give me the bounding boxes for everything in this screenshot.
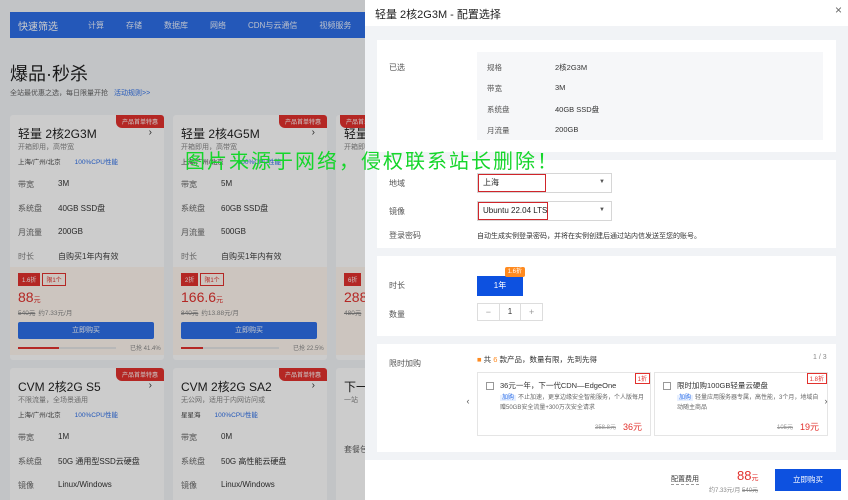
info-key: 月流量 — [487, 126, 510, 135]
info-key: 规格 — [487, 63, 502, 72]
image-select[interactable]: Ubuntu 22.04 LTS ▼ — [477, 201, 612, 221]
password-label: 登录密码 — [389, 231, 421, 240]
info-value: 2核2G3M — [555, 63, 588, 72]
selected-info: 规格 2核2G3M 带宽 3M 系统盘 40GB SSD盘 月流量 200GB — [477, 52, 823, 140]
addon-desc-text: 轻量应用服务器专属，高性能，3个月，地域自动随主商品 — [677, 395, 819, 411]
total-price-value: 88 — [737, 468, 752, 483]
modal-overlay[interactable] — [0, 0, 365, 500]
total-price: 88元 — [737, 468, 758, 483]
watermark-text: 图片来源于网络，侵权联系站长删除！ — [185, 151, 559, 173]
addon-tag: 加购 — [677, 395, 694, 401]
duration-option-1y[interactable]: 1年 1.6折 — [477, 267, 525, 296]
region-label: 地域 — [389, 179, 405, 188]
addon-card[interactable]: 1折 36元一年，下一代CDN—EdgeOne 加购 不止加速，更享边缘安全智能服… — [477, 372, 651, 436]
panel-footer: 配置费用 88元 约7.33元/月 540元 立即购买 — [365, 460, 848, 500]
addon-title: 36元一年，下一代CDN—EdgeOne — [500, 381, 617, 390]
pager-current: 1 — [813, 354, 817, 361]
info-key: 带宽 — [487, 84, 502, 93]
caret-down-icon: ▼ — [599, 207, 605, 213]
pager-total: / 3 — [818, 354, 827, 361]
password-hint: 自动生成实例登录密码，并将在实例创建后通过站内信发送至您的账号。 — [477, 233, 701, 240]
duration-label: 时长 — [389, 281, 405, 290]
selected-section: 已选 规格 2核2G3M 带宽 3M 系统盘 40GB SSD盘 月流量 200GB — [377, 40, 836, 152]
close-icon[interactable]: × — [835, 3, 842, 17]
addon-tag: 加购 — [500, 395, 517, 401]
spec-value: 自购买1年内有效 — [58, 252, 119, 261]
addon-desc: 加购 轻量应用服务器专属，高性能，3个月，地域自动随主商品 — [677, 393, 822, 413]
quantity-stepper[interactable]: − 1 + — [477, 303, 543, 321]
addon-head-pre: 共 — [483, 355, 492, 364]
info-value: 40GB SSD盘 — [555, 105, 600, 114]
info-value: 200GB — [555, 125, 579, 134]
duration-value: 1年 — [493, 281, 507, 290]
spec-key: 时长 — [181, 252, 197, 261]
quantity-label: 数量 — [389, 310, 405, 319]
image-value: Ubuntu 22.04 LTS — [478, 202, 548, 220]
config-fee-link[interactable]: 配置费用 — [671, 474, 699, 485]
addon-card[interactable]: 1.8折 限时加购100GB轻量云硬盘 加购 轻量应用服务器专属，高性能，3个月，… — [654, 372, 828, 436]
region-value: 上海 — [478, 174, 546, 192]
addon-head-post: 款产品，数量有限，先到先得 — [499, 355, 597, 364]
buy-now-button[interactable]: 立即购买 — [775, 469, 841, 491]
addon-count: 6 — [493, 355, 498, 364]
addon-desc-text: 不止加速，更享边缘安全智能服务，个人版每月赠50GB安全流量+300万次安全请求 — [500, 395, 645, 411]
region-select[interactable]: 上海 ▼ — [477, 173, 612, 193]
orange-dot-icon: ■ — [477, 355, 482, 364]
addon-checkbox[interactable] — [486, 382, 494, 390]
spec-value: 自购买1年内有效 — [221, 252, 282, 261]
image-label: 镜像 — [389, 207, 405, 216]
spec-row: 时长 自购买1年内有效 — [18, 251, 118, 262]
addon-title: 限时加购100GB轻量云硬盘 — [677, 381, 768, 390]
duration-discount-badge: 1.6折 — [504, 267, 525, 277]
addon-old-price: 358.8元 — [594, 425, 616, 431]
addon-checkbox[interactable] — [663, 382, 671, 390]
spec-key: 时长 — [18, 252, 34, 261]
addon-label: 限时加购 — [389, 359, 421, 368]
total-monthly: 约7.33元/月 — [709, 488, 741, 494]
minus-button[interactable]: − — [478, 304, 499, 320]
quantity-input[interactable]: 1 — [498, 304, 522, 320]
prev-arrow-icon[interactable]: ‹ — [463, 396, 473, 412]
addon-discount-badge: 1.8折 — [806, 373, 827, 384]
plus-button[interactable]: + — [521, 304, 542, 320]
panel-header: 轻量 2核2G3M - 配置选择 × — [365, 0, 848, 26]
config-panel: 轻量 2核2G3M - 配置选择 × 已选 规格 2核2G3M 带宽 3M 系统盘 4… — [365, 0, 848, 500]
total-old-price: 540元 — [742, 488, 759, 494]
caret-down-icon: ▼ — [599, 179, 605, 185]
info-value: 3M — [555, 83, 566, 92]
addon-desc: 加购 不止加速，更享边缘安全智能服务，个人版每月赠50GB安全流量+300万次安全… — [500, 393, 645, 413]
addon-pager: 1 / 3 — [813, 354, 827, 361]
addon-header: ■ 共 6 款产品，数量有限，先到先得 — [477, 354, 597, 365]
background-page: 快速筛选 计算 存储 数据库 网络 CDN与云通信 视频服务 爆品·秒杀 全站最… — [0, 0, 365, 500]
next-arrow-icon[interactable]: › — [821, 396, 831, 412]
addon-price: 36元 — [622, 422, 642, 432]
info-key: 系统盘 — [487, 105, 510, 114]
addon-section: 限时加购 ■ 共 6 款产品，数量有限，先到先得 1 / 3 ‹ 1折 36元一… — [377, 344, 836, 452]
selected-label: 已选 — [389, 63, 405, 72]
total-price-detail: 约7.33元/月 540元 — [709, 485, 758, 494]
addon-discount-badge: 1折 — [634, 373, 650, 384]
panel-title: 轻量 2核2G3M - 配置选择 — [375, 9, 501, 21]
total-price-unit: 元 — [751, 475, 759, 482]
addon-old-price: 105元 — [776, 425, 793, 431]
spec-row: 时长 自购买1年内有效 — [181, 251, 281, 262]
duration-section: 时长 1年 1.6折 数量 − 1 + — [377, 256, 836, 336]
addon-price: 19元 — [799, 422, 819, 432]
